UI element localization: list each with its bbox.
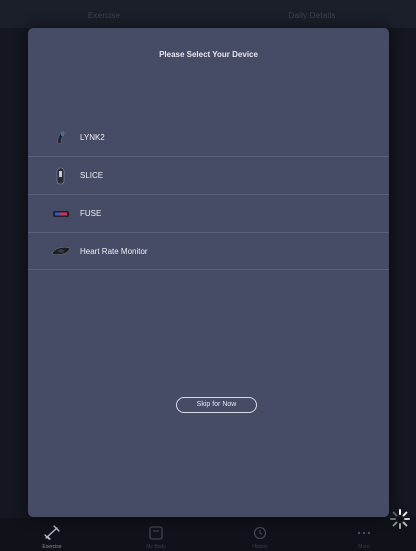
bottom-tab-my-body[interactable]: My Body bbox=[104, 518, 208, 551]
lynk2-device-icon bbox=[51, 127, 71, 147]
more-icon bbox=[354, 524, 374, 542]
bottom-tab-label: More bbox=[358, 544, 370, 550]
device-name: FUSE bbox=[80, 209, 102, 218]
device-name: SLICE bbox=[80, 171, 104, 180]
device-list: LYNK2 SLICE FUSE Heart Rate Monitor bbox=[28, 118, 389, 270]
history-icon bbox=[250, 524, 270, 542]
fuse-device-icon bbox=[51, 204, 71, 224]
device-select-modal: Please Select Your Device LYNK2 SLICE FU… bbox=[28, 28, 389, 517]
device-row-heart-rate-monitor[interactable]: Heart Rate Monitor bbox=[28, 232, 389, 270]
bottom-tab-history[interactable]: History bbox=[208, 518, 312, 551]
bottom-tab-label: History bbox=[252, 544, 268, 550]
tab-exercise[interactable]: Exercise bbox=[0, 0, 208, 28]
device-row-lynk2[interactable]: LYNK2 bbox=[28, 118, 389, 156]
bottom-tab-label: My Body bbox=[146, 544, 166, 550]
loading-spinner-icon bbox=[389, 508, 411, 530]
bottom-tab-label: Exercise bbox=[42, 544, 62, 550]
tab-daily-details[interactable]: Daily Details bbox=[208, 0, 416, 28]
bottom-tab-exercise[interactable]: Exercise bbox=[0, 518, 104, 551]
bottom-tab-bar: Exercise My Body History More bbox=[0, 518, 416, 551]
modal-title: Please Select Your Device bbox=[159, 50, 258, 59]
exercise-icon bbox=[42, 524, 62, 542]
background-top-tabs: Exercise Daily Details bbox=[0, 0, 416, 28]
heart-rate-monitor-icon bbox=[51, 241, 71, 261]
skip-for-now-button[interactable]: Skip for Now bbox=[176, 397, 257, 413]
slice-device-icon bbox=[51, 166, 71, 186]
device-row-fuse[interactable]: FUSE bbox=[28, 194, 389, 232]
app-screen: Exercise Daily Details Exercise My Body … bbox=[0, 0, 416, 551]
scale-icon bbox=[146, 524, 166, 542]
device-name: Heart Rate Monitor bbox=[80, 246, 148, 256]
device-name: LYNK2 bbox=[80, 132, 105, 142]
device-row-slice[interactable]: SLICE bbox=[28, 156, 389, 194]
